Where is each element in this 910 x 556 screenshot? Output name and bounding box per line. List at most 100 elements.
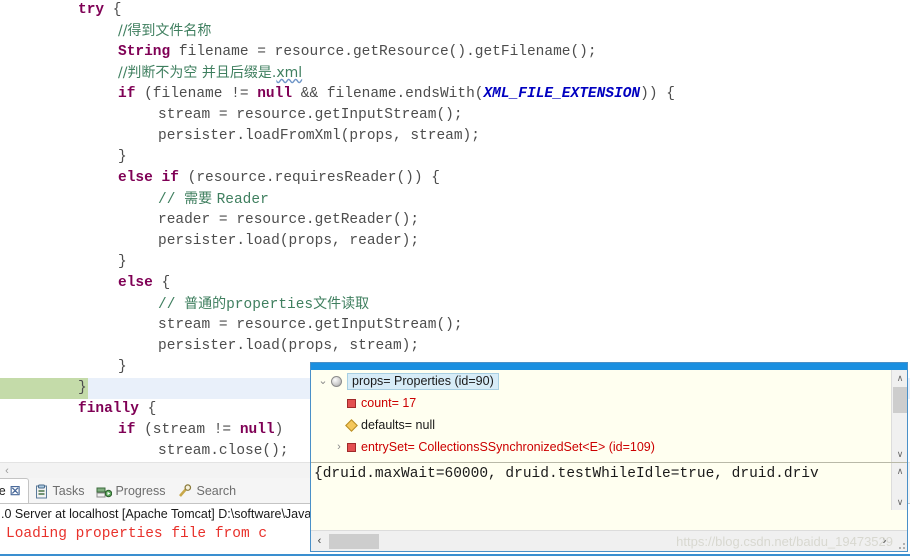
code-token: } [118,359,127,375]
editor-scroll-left-arrow[interactable]: ‹ [0,463,14,478]
code-line[interactable]: persister.loadFromXml(props, stream); [0,126,910,147]
console-tab-label: Search [196,484,237,498]
value-scroll-down-arrow[interactable]: ∨ [892,494,907,510]
value-hscroll-right-arrow[interactable]: › [876,531,893,551]
code-line-text: try { [78,0,122,21]
popup-title-bar [311,363,907,370]
code-line[interactable]: //判断不为空 并且后缀是.xml [0,63,910,84]
code-token: try [78,2,105,18]
code-line[interactable]: else { [0,273,910,294]
code-line[interactable]: persister.load(props, reader); [0,231,910,252]
tasks-icon [34,484,49,499]
variable-inspector-popup[interactable]: ⌄ props= Properties (id=90) count= 17 defau… [310,362,908,552]
code-token: ) [274,422,284,438]
code-token: null [239,422,275,438]
code-line[interactable]: //得到文件名称 [0,21,910,42]
code-token: 文件读取 [313,296,370,312]
code-line-text: persister.loadFromXml(props, stream); [158,126,480,147]
variable-tree-row[interactable]: count= 17 [311,392,907,414]
variable-tree-row[interactable]: › entrySet= CollectionsSSynchronizedSet<E… [311,436,907,458]
variable-tree-scrollbar[interactable]: ∧ ∨ [891,370,907,462]
variable-value-pane[interactable]: {druid.maxWait=60000, druid.testWhileIdl… [311,463,907,531]
code-line[interactable]: if (filename != null && filename.endsWit… [0,84,910,105]
console-tab-tasks[interactable]: Tasks [29,479,92,503]
code-token: else if [118,170,179,186]
code-token: } [118,254,127,270]
code-line[interactable]: else if (resource.requiresReader()) { [0,168,910,189]
variable-row-label: entrySet= CollectionsSSynchronizedSet<E>… [361,440,655,454]
code-token: } [118,149,127,165]
console-tab-search[interactable]: Search [172,479,243,503]
code-token: { [104,2,122,18]
code-token: else [118,275,153,291]
code-token: persister.load(props, stream); [158,338,420,354]
value-pane-scrollbar[interactable]: ∧ ∨ [891,463,907,510]
object-icon [331,375,342,387]
code-line-text: // 需要 Reader [158,189,269,211]
code-line[interactable]: reader = resource.getReader(); [0,210,910,231]
code-line-text: persister.load(props, reader); [158,231,419,252]
code-token: filename = resource.getResource().getFil… [170,44,597,60]
field-icon [347,442,356,452]
diamond-icon [345,418,358,432]
variable-tree-row[interactable]: ⌄ props= Properties (id=90) [311,370,907,392]
code-token: persister.loadFromXml(props, stream); [158,128,480,144]
code-token: 需要 [184,191,217,207]
code-token: if [118,422,136,438]
console-tab-progress[interactable]: Progress [91,479,172,503]
resize-grip[interactable] [896,540,905,549]
code-line[interactable]: // 普通的properties文件读取 [0,294,910,315]
code-token: stream = resource.getInputStream(); [158,317,463,333]
code-token: String [118,44,171,60]
code-line[interactable]: try { [0,0,910,21]
variable-tree[interactable]: ⌄ props= Properties (id=90) count= 17 defau… [311,370,907,463]
code-line-text: //得到文件名称 [118,21,211,43]
variable-row-label: defaults= null [361,418,436,432]
code-line-text: } [118,357,127,378]
code-line[interactable]: } [0,252,910,273]
value-scroll-up-arrow[interactable]: ∧ [892,463,907,479]
code-token: && filename.endsWith( [292,86,484,102]
code-line-text: stream = resource.getInputStream(); [158,315,463,336]
value-pane-horizontal-scrollbar[interactable]: ‹ › [311,530,907,551]
console-tab-le[interactable]: le ☒ [0,478,29,503]
code-token: 普通的 [184,296,227,312]
code-line[interactable]: // 需要 Reader [0,189,910,210]
code-line-text: reader = resource.getReader(); [158,210,419,231]
search-icon [177,483,192,499]
code-line-text: stream.close(); [158,441,289,462]
code-line-text: persister.load(props, stream); [158,336,419,357]
code-line-text: } [78,378,87,399]
code-token: { [152,275,171,291]
variable-row-label: count= 17 [361,396,417,410]
code-line[interactable]: stream = resource.getInputStream(); [0,315,910,336]
code-token: XML_FILE_EXTENSION [483,86,641,102]
close-icon[interactable]: ☒ [10,485,21,497]
code-line-text: else { [118,273,170,294]
code-token: stream.close(); [158,443,289,459]
tree-scroll-up-arrow[interactable]: ∧ [892,370,907,386]
field-icon [347,398,356,408]
code-line[interactable]: stream = resource.getInputStream(); [0,105,910,126]
code-token: // [158,297,185,313]
code-token: Reader [216,192,269,208]
chevron-right-icon[interactable]: › [331,436,347,458]
tree-scroll-thumb[interactable] [893,387,907,413]
code-line[interactable]: } [0,147,910,168]
code-line[interactable]: String filename = resource.getResource()… [0,42,910,63]
value-hscroll-thumb[interactable] [329,533,379,549]
chevron-down-icon[interactable]: ⌄ [315,370,331,392]
code-line-text: finally { [78,399,156,420]
variable-tree-row[interactable]: defaults= null [311,414,907,436]
code-line[interactable]: persister.load(props, stream); [0,336,910,357]
code-token: //得到文件名称 [118,23,212,39]
code-token: if [118,86,136,102]
code-token: persister.load(props, reader); [158,233,420,249]
code-line-text: else if (resource.requiresReader()) { [118,168,440,189]
code-line-text: // 普通的properties文件读取 [158,294,369,316]
progress-icon [96,484,113,499]
code-line-text: String filename = resource.getResource()… [118,42,597,63]
console-tab-label: Tasks [52,484,85,498]
value-hscroll-left-arrow[interactable]: ‹ [311,531,328,551]
tree-scroll-down-arrow[interactable]: ∨ [892,446,907,462]
